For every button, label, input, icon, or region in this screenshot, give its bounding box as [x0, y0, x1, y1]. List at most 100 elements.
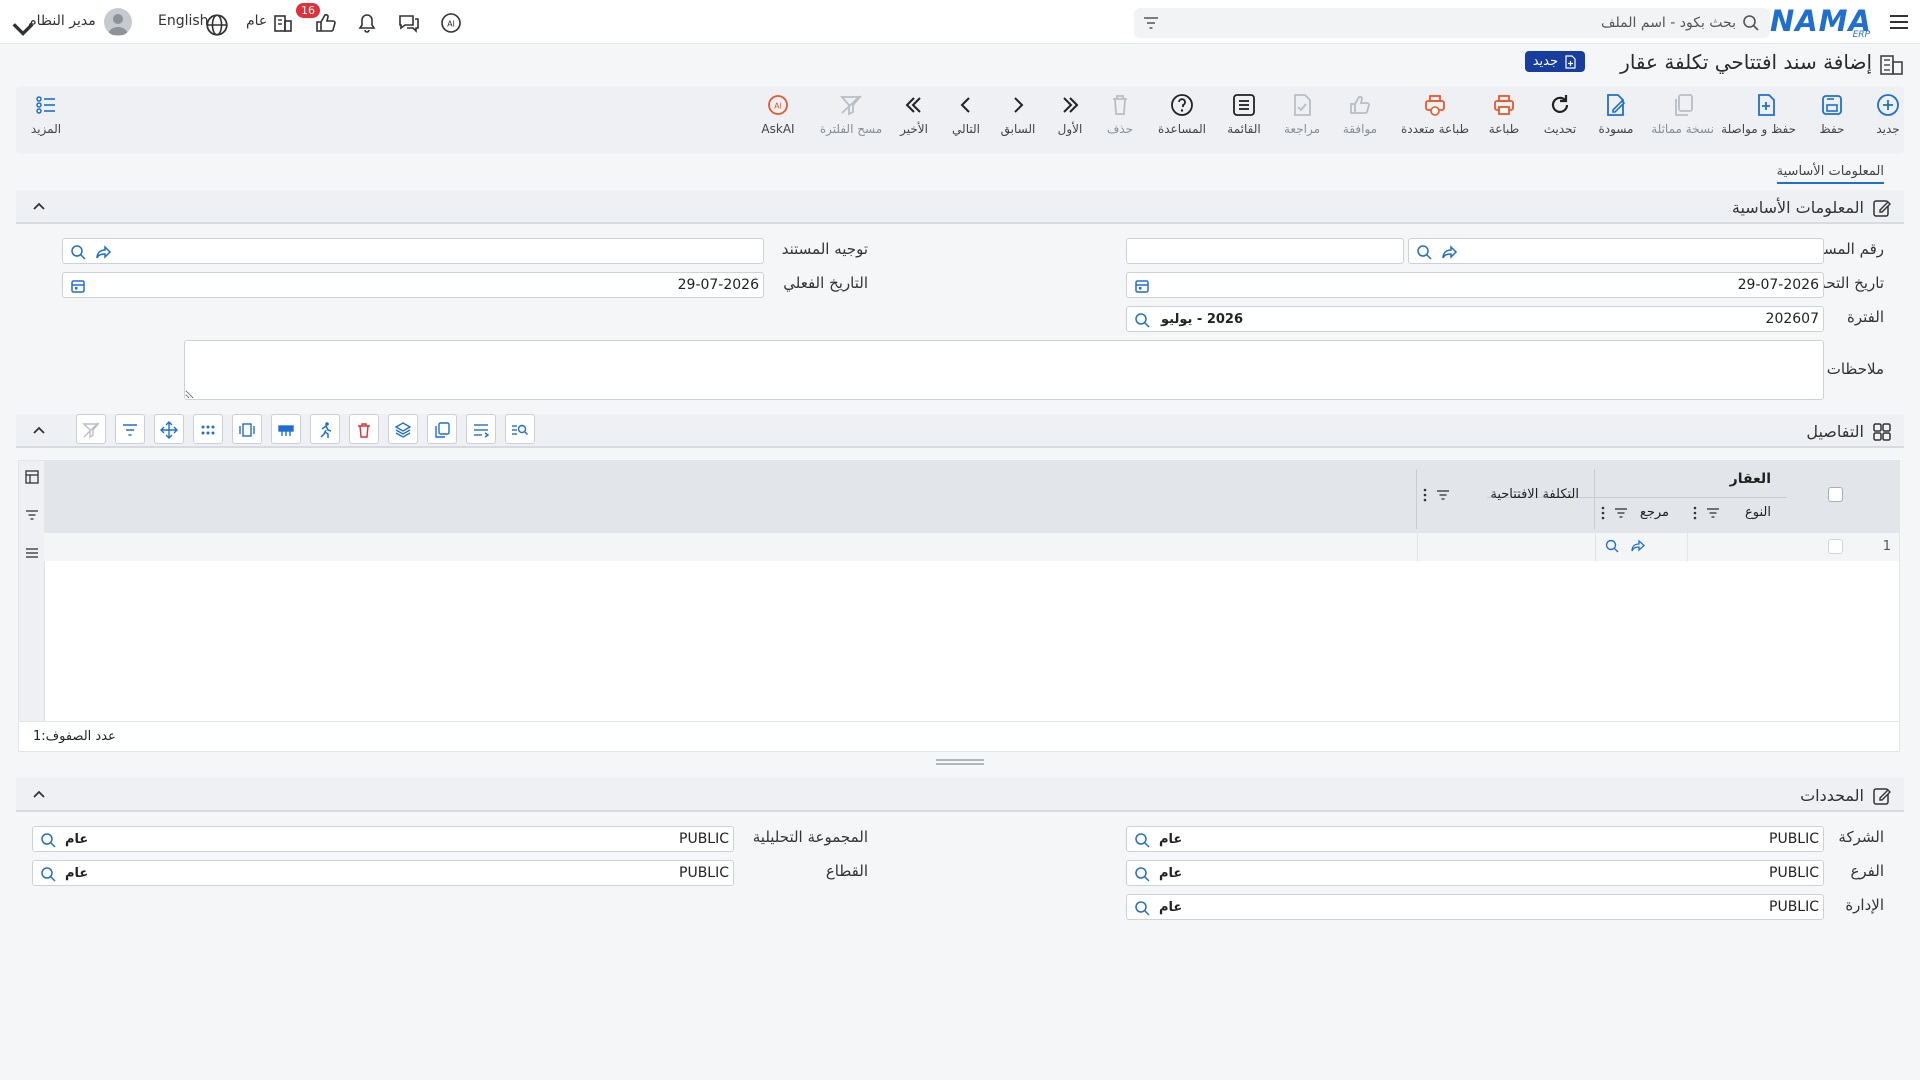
grid-add-row-button[interactable] [466, 414, 496, 444]
edit-date-input[interactable] [1219, 275, 1819, 295]
chevron-down-icon[interactable] [10, 15, 36, 41]
cell-type[interactable] [1687, 533, 1787, 561]
chevron-up-icon[interactable] [32, 788, 46, 802]
column-header-ref[interactable]: مرجع [1640, 505, 1669, 520]
prev-button[interactable]: السابق [988, 92, 1048, 150]
review-button[interactable]: مراجعة [1272, 92, 1332, 150]
grid-columns-button[interactable] [232, 414, 262, 444]
bell-icon[interactable] [354, 10, 380, 36]
grid-filter-button[interactable] [115, 414, 145, 444]
search-refresh-icon[interactable] [39, 865, 57, 883]
search-refresh-icon[interactable] [69, 243, 87, 261]
print-button[interactable]: طباعة [1474, 92, 1534, 150]
doc-number-field[interactable] [1408, 238, 1824, 264]
chevron-up-icon[interactable] [32, 424, 46, 438]
menu-icon[interactable] [1888, 11, 1910, 33]
resize-handle[interactable] [936, 758, 984, 766]
table-row[interactable]: 1 [44, 533, 1899, 561]
search-refresh-icon[interactable] [1133, 311, 1151, 329]
column-header-opening-cost[interactable]: التكلفة الافتتاحية [1490, 487, 1579, 502]
column-filter-icon[interactable] [1705, 505, 1721, 521]
language-switch[interactable]: English [158, 13, 209, 29]
edit-date-field[interactable] [1126, 272, 1824, 298]
first-button[interactable]: الأول [1040, 92, 1100, 150]
search-refresh-icon[interactable] [1604, 538, 1620, 554]
building-icon[interactable] [270, 10, 296, 36]
grid-delete-button[interactable] [349, 414, 379, 444]
grid-run-button[interactable] [310, 414, 340, 444]
save-continue-button[interactable]: حفظ و مواصلة [1721, 92, 1796, 150]
doc-number-extra-field[interactable] [1126, 238, 1404, 264]
grid-table-button[interactable] [271, 414, 301, 444]
grid-move-button[interactable] [154, 414, 184, 444]
company-input[interactable] [1319, 829, 1819, 849]
draft-button[interactable]: مسودة [1586, 92, 1646, 150]
chat-icon[interactable] [396, 10, 422, 36]
grid-copy-button[interactable] [427, 414, 457, 444]
askai-button[interactable]: AI AskAI [748, 92, 808, 150]
filter-icon[interactable] [1142, 14, 1160, 32]
column-header-type[interactable]: النوع [1745, 505, 1771, 520]
scope-label[interactable]: عام [246, 13, 267, 29]
branch-input[interactable] [1319, 863, 1819, 883]
department-field[interactable]: عام [1126, 894, 1824, 920]
share-icon[interactable] [1630, 538, 1646, 554]
grid-clear-filter-button[interactable] [76, 414, 106, 444]
table-settings-icon[interactable] [24, 469, 40, 485]
share-icon[interactable] [95, 243, 113, 261]
basic-info-header[interactable]: المعلومات الأساسية [16, 190, 1904, 224]
ai-assistant-icon[interactable]: AI [438, 10, 464, 36]
row-checkbox[interactable] [1828, 539, 1843, 554]
more-button[interactable]: المزيد [16, 92, 76, 150]
search-refresh-icon[interactable] [1415, 243, 1433, 261]
save-button[interactable]: حفظ [1802, 92, 1862, 150]
filter-icon[interactable] [24, 507, 40, 523]
department-input[interactable] [1319, 897, 1819, 917]
grid-dots-button[interactable] [193, 414, 223, 444]
calendar-icon[interactable] [69, 277, 87, 295]
list-button[interactable]: القائمة [1214, 92, 1274, 150]
tab-basic-info[interactable]: المعلومات الأساسية [1776, 164, 1884, 184]
sector-input[interactable] [229, 863, 729, 883]
analytic-group-input[interactable] [229, 829, 729, 849]
refresh-button[interactable]: تحديث [1530, 92, 1590, 150]
grid-search-button[interactable] [505, 414, 535, 444]
select-all-checkbox[interactable] [1828, 487, 1843, 502]
last-button[interactable]: الأخير [884, 92, 944, 150]
duplicate-button[interactable]: نسخة مماثلة [1651, 92, 1714, 150]
actual-date-input[interactable] [159, 275, 759, 295]
clear-filter-button[interactable]: مسح الفلترة [816, 92, 886, 150]
chevron-up-icon[interactable] [32, 200, 46, 214]
column-menu-icon[interactable] [1421, 487, 1429, 503]
search-refresh-icon[interactable] [39, 831, 57, 849]
approve-button[interactable]: موافقة [1330, 92, 1390, 150]
search-refresh-icon[interactable] [1133, 899, 1151, 917]
next-button[interactable]: التالي [936, 92, 996, 150]
actual-date-field[interactable] [62, 272, 764, 298]
nama-logo[interactable]: NAMA ERP [1770, 4, 1872, 40]
search-refresh-icon[interactable] [1133, 865, 1151, 883]
new-button[interactable]: جديد [1858, 92, 1918, 150]
doc-number-input[interactable] [1459, 241, 1819, 261]
doc-direction-field[interactable] [62, 238, 764, 264]
dimensions-header[interactable]: المحددات [16, 778, 1904, 812]
search-refresh-icon[interactable] [1133, 831, 1151, 849]
column-menu-icon[interactable] [1599, 505, 1607, 521]
multi-print-button[interactable]: طباعة متعددة [1398, 92, 1472, 150]
column-filter-icon[interactable] [1613, 505, 1629, 521]
company-field[interactable]: عام [1126, 826, 1824, 852]
share-icon[interactable] [1441, 243, 1459, 261]
help-button[interactable]: المساعدة [1152, 92, 1212, 150]
search-input[interactable] [1216, 11, 1736, 35]
cell-opening-cost[interactable] [1417, 533, 1595, 561]
doc-direction-input[interactable] [139, 241, 759, 261]
user-name[interactable]: مدير النظام [28, 13, 96, 29]
analytic-group-field[interactable]: عام [32, 826, 734, 852]
period-field[interactable]: 2026 - يوليو [1126, 306, 1824, 332]
grid-layers-button[interactable] [388, 414, 418, 444]
column-filter-icon[interactable] [1435, 487, 1451, 503]
menu-icon[interactable] [24, 545, 40, 561]
sector-field[interactable]: عام [32, 860, 734, 886]
calendar-icon[interactable] [1133, 277, 1151, 295]
notes-textarea[interactable] [184, 340, 1824, 400]
